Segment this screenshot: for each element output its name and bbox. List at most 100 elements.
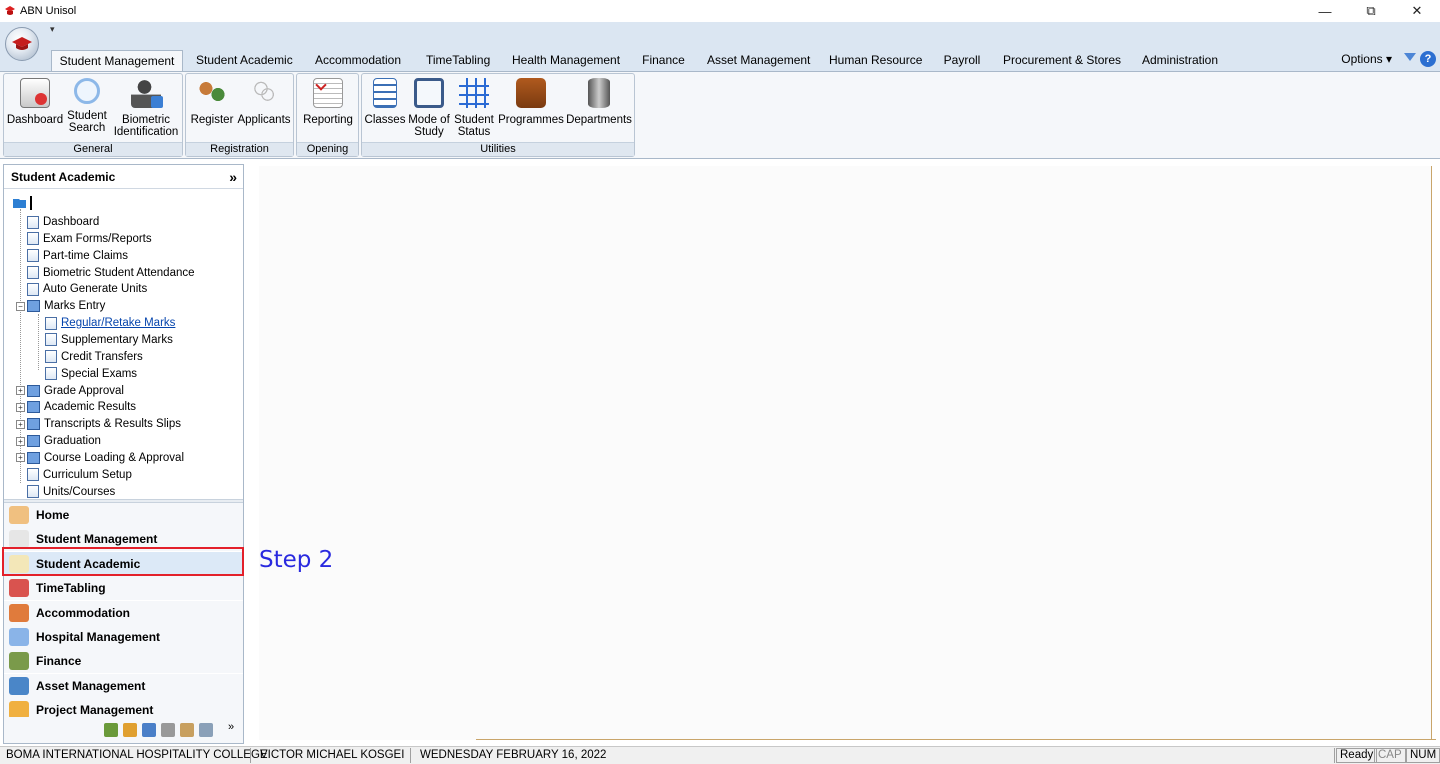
ribbon-minimize-icon[interactable] xyxy=(1404,53,1416,61)
tab-timetabling[interactable]: TimeTabling xyxy=(420,50,496,72)
document-icon xyxy=(27,249,39,263)
biometric-person-icon xyxy=(131,78,163,108)
ribbon-group-utilities: Classes Mode of Study Student Status Pro… xyxy=(361,73,635,157)
options-menu[interactable]: Options ▾ xyxy=(1341,52,1392,66)
help-icon[interactable]: ? xyxy=(1420,51,1436,67)
tab-accommodation[interactable]: Accommodation xyxy=(306,50,410,72)
document-icon xyxy=(45,367,57,381)
document-icon xyxy=(27,485,39,499)
configure-buttons-icon[interactable]: » xyxy=(228,721,234,733)
mini-user-icon[interactable] xyxy=(104,723,118,737)
tree-item[interactable]: Curriculum Setup xyxy=(16,467,132,483)
mini-folder-icon[interactable] xyxy=(123,723,137,737)
mini-truck-icon[interactable] xyxy=(161,723,175,737)
tree-item-label: Curriculum Setup xyxy=(43,468,132,481)
mode-of-study-icon xyxy=(414,78,444,108)
nav-module-item[interactable]: Home xyxy=(4,503,243,527)
dashboard-button[interactable]: Dashboard xyxy=(6,78,64,126)
mode-of-study-button[interactable]: Mode of Study xyxy=(406,78,452,138)
tree-item[interactable]: Dashboard xyxy=(16,214,99,230)
restore-button[interactable]: ⧉ xyxy=(1348,0,1394,22)
nav-module-label: TimeTabling xyxy=(36,581,106,596)
collapse-chevron-icon[interactable]: » xyxy=(229,165,237,189)
reporting-button[interactable]: Reporting xyxy=(299,78,357,126)
tree-item[interactable]: Supplementary Marks xyxy=(34,332,173,348)
classes-button[interactable]: Classes xyxy=(364,78,406,126)
nav-panel-header: Student Academic » xyxy=(4,165,243,189)
tab-payroll[interactable]: Payroll xyxy=(937,50,987,72)
tab-human-resource[interactable]: Human Resource xyxy=(823,50,927,72)
close-button[interactable]: ✕ xyxy=(1394,0,1440,22)
student-status-button[interactable]: Student Status xyxy=(452,78,496,138)
tree-item-label: Part-time Claims xyxy=(43,249,128,262)
tree-item-label: Graduation xyxy=(44,435,101,448)
tree-item-label: Marks Entry xyxy=(44,300,106,313)
tree-item[interactable]: Units/Courses xyxy=(16,484,115,499)
collapse-icon[interactable]: − xyxy=(16,301,25,311)
register-button[interactable]: Register xyxy=(188,78,236,126)
tab-administration[interactable]: Administration xyxy=(1135,50,1225,72)
home-icon xyxy=(9,506,29,524)
expand-icon[interactable]: + xyxy=(16,453,25,463)
tree-item[interactable]: Part-time Claims xyxy=(16,248,128,264)
tree-item[interactable]: − Marks Entry xyxy=(16,298,105,314)
graduation-cap-icon xyxy=(5,6,15,15)
nav-module-item[interactable]: Finance xyxy=(4,649,243,674)
tab-health-management[interactable]: Health Management xyxy=(506,50,626,72)
tree-item[interactable]: Regular/Retake Marks xyxy=(34,315,175,331)
tab-asset-management[interactable]: Asset Management xyxy=(701,50,813,72)
graduation-cap-icon xyxy=(12,37,32,50)
tree-item[interactable]: + Transcripts & Results Slips xyxy=(16,416,181,432)
programmes-briefcase-icon xyxy=(516,78,546,108)
tree-item[interactable]: + Graduation xyxy=(16,433,101,449)
tree-item-label: Credit Transfers xyxy=(61,350,143,363)
tree-item[interactable]: + Course Loading & Approval xyxy=(16,450,184,466)
student-search-button[interactable]: Student Search xyxy=(66,78,108,134)
mini-graduation-icon[interactable] xyxy=(199,723,213,737)
tab-student-management[interactable]: Student Management xyxy=(51,50,183,72)
book-icon xyxy=(27,384,40,397)
departments-database-icon xyxy=(588,78,610,108)
tree-item[interactable]: + Academic Results xyxy=(16,399,136,415)
nav-module-label: Asset Management xyxy=(36,678,146,693)
navigation-tree: Dashboard Exam Forms/Reports Part-time Cla… xyxy=(4,191,243,499)
book-icon xyxy=(27,435,40,448)
tree-item[interactable]: Credit Transfers xyxy=(34,349,143,365)
mini-cart-icon[interactable] xyxy=(142,723,156,737)
nav-module-item[interactable]: TimeTabling xyxy=(4,576,243,601)
document-icon xyxy=(27,215,39,229)
programmes-button[interactable]: Programmes xyxy=(496,78,566,126)
minimize-button[interactable]: — xyxy=(1302,0,1348,22)
expand-icon[interactable]: + xyxy=(16,436,25,446)
book-icon xyxy=(27,451,40,464)
quick-access-dropdown-icon[interactable]: ▾ xyxy=(50,24,55,35)
tree-item[interactable]: + Grade Approval xyxy=(16,383,124,399)
tree-root[interactable] xyxy=(13,195,32,211)
book-icon xyxy=(27,300,40,313)
tree-item[interactable]: Auto Generate Units xyxy=(16,281,147,297)
nav-module-item[interactable]: Asset Management xyxy=(4,673,243,698)
tab-procurement-stores[interactable]: Procurement & Stores xyxy=(997,50,1125,72)
tab-student-academic[interactable]: Student Academic xyxy=(190,50,296,72)
document-icon xyxy=(27,282,39,296)
expand-icon[interactable]: + xyxy=(16,402,25,412)
tree-item[interactable]: Biometric Student Attendance xyxy=(16,265,195,281)
mini-tools-icon[interactable] xyxy=(180,723,194,737)
tree-item[interactable]: Special Exams xyxy=(34,366,137,382)
expand-icon[interactable]: + xyxy=(16,419,25,429)
classes-icon xyxy=(373,78,397,108)
nav-module-label: Project Management xyxy=(36,703,154,718)
applicants-button[interactable]: Applicants xyxy=(236,78,292,126)
nav-module-item[interactable]: Accommodation xyxy=(4,600,243,625)
tab-finance[interactable]: Finance xyxy=(636,50,691,72)
tree-item[interactable]: Exam Forms/Reports xyxy=(16,231,152,247)
departments-button[interactable]: Departments xyxy=(566,78,632,126)
nav-module-item[interactable]: Hospital Management xyxy=(4,625,243,649)
status-num: NUM xyxy=(1406,748,1440,763)
status-cap: CAP xyxy=(1374,748,1406,763)
biometric-identification-button[interactable]: Biometric Identification xyxy=(110,78,182,138)
application-menu-button[interactable] xyxy=(5,27,39,61)
expand-icon[interactable]: + xyxy=(16,386,25,395)
ribbon-group-label-utilities: Utilities xyxy=(362,142,634,156)
tree-item-label: Grade Approval xyxy=(44,384,124,397)
